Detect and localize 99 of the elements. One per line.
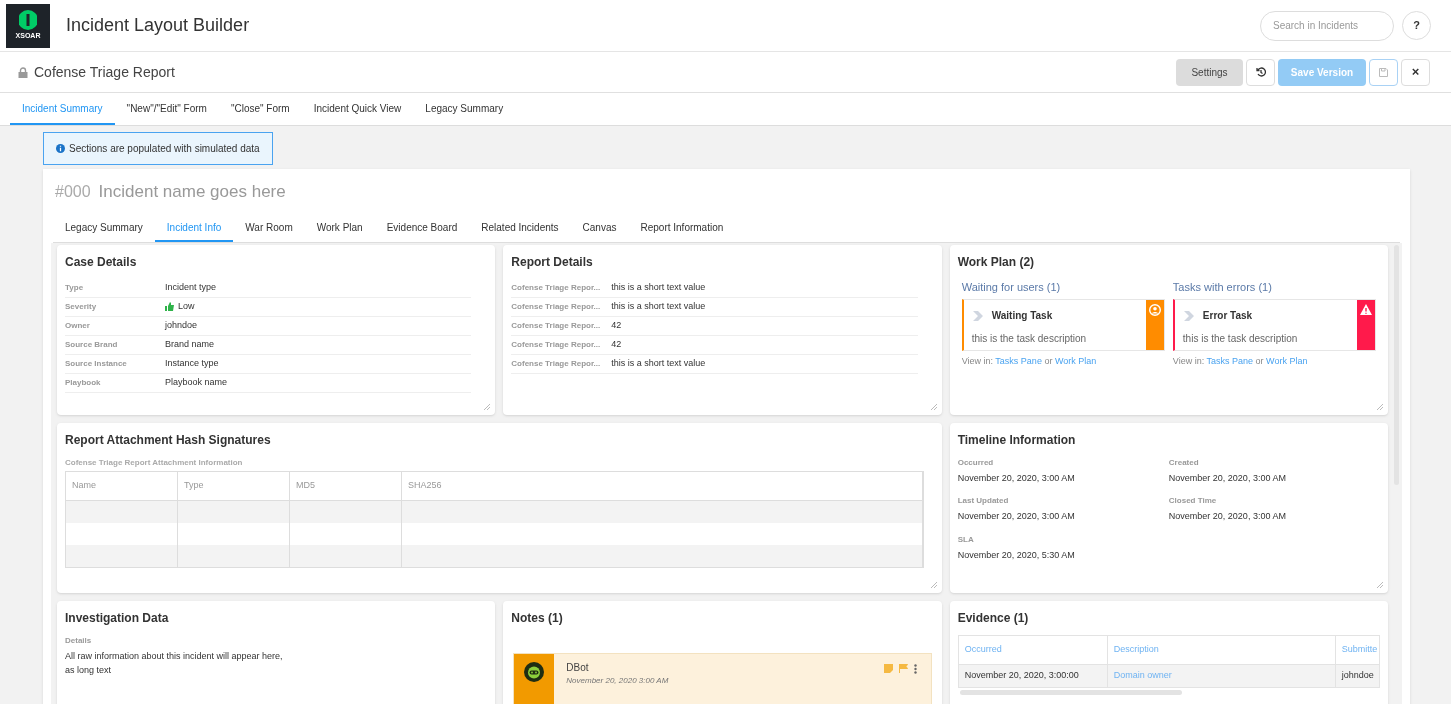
panel-title: Investigation Data [65,609,170,627]
horizontal-scrollbar[interactable] [959,689,1182,695]
group-heading[interactable]: Tasks with errors (1) [1172,278,1376,295]
flag-icon[interactable] [898,663,908,673]
tab[interactable]: Canvas [570,214,629,242]
field-value: Low [178,299,195,313]
field-label: Closed Time [1168,495,1218,507]
tab[interactable]: Legacy Summary [413,93,516,125]
info-icon [56,144,65,153]
task-description: this is the task description [1182,332,1299,346]
field-value: November 20, 2020, 3:00 AM [957,510,1076,523]
panel-title: Report Details [511,253,594,271]
incident-name: Incident name goes here [98,181,286,203]
chevron-icon [971,309,984,322]
tab[interactable]: Related Incidents [469,214,571,242]
view-in-text: View in: Tasks Pane or Work Plan [1172,355,1309,368]
history-icon [1255,67,1266,77]
note-time: November 20, 2020 3:00 AM [566,674,670,687]
thumbs-up-icon [165,302,174,311]
field-label: Source Instance [65,357,128,370]
field-value: 42 [611,337,622,351]
history-button[interactable] [1246,58,1275,86]
robot-avatar-icon [524,661,545,682]
resize-handle-icon[interactable] [1376,580,1384,589]
logo-icon [19,9,37,32]
field-label: Cofense Triage Repor... [511,300,602,313]
close-button[interactable]: × [1401,58,1430,86]
field-value: johndoe [165,318,198,332]
layout-title: Cofense Triage Report [34,62,176,82]
field-label: Cofense Triage Repor... [511,319,602,332]
field-value: this is a short text value [611,280,706,294]
tab[interactable]: War Room [233,214,305,242]
more-icon[interactable] [913,663,917,674]
panel-title: Report Attachment Hash Signatures [65,431,272,449]
panel-title: Evidence (1) [957,609,1030,627]
table-cell: November 20, 2020, 3:00:00 [958,664,1108,687]
field-label: Last Updated [957,495,1010,507]
resize-handle-icon[interactable] [929,402,938,411]
page-title: Incident Layout Builder [66,14,251,37]
field-label: Cofense Triage Repor... [511,357,602,370]
field-label: Cofense Triage Repor... [511,281,602,294]
field-label: Cofense Triage Repor... [511,338,602,351]
task-name: Waiting Task [991,309,1053,323]
field-label: SLA [957,533,975,546]
field-value: November 20, 2020, 3:00 AM [1168,510,1287,523]
task-card[interactable]: Error Task this is the task description [1172,299,1376,351]
resize-handle-icon[interactable] [929,580,938,589]
field-label: Source Brand [65,338,119,351]
vertical-scrollbar[interactable] [1394,244,1399,485]
field-label: Playbook [65,376,102,389]
details-text: All raw information about this incident will appear here, as long text [65,649,284,677]
tab[interactable]: Evidence Board [374,214,470,242]
save-button[interactable] [1369,58,1398,86]
tab[interactable]: Legacy Summary [53,214,155,242]
resize-handle-icon[interactable] [483,402,492,411]
field-label: Created [1168,456,1200,469]
field-value: November 20, 2020, 3:00 AM [1168,471,1287,485]
tab[interactable]: Incident Quick View [301,93,414,125]
field-value: Brand name [165,337,215,351]
field-label: Type [65,281,85,294]
field-label: Occurred [957,456,995,469]
user-icon [1148,304,1161,316]
field-value: November 20, 2020, 5:30 AM [957,548,1076,562]
lock-icon [18,66,28,78]
field-label: Details [65,634,93,647]
task-name: Error Task [1202,309,1253,323]
panel-title: Work Plan (2) [957,253,1036,271]
settings-button[interactable]: Settings [1176,58,1243,86]
panel-title: Timeline Information [957,431,1077,449]
chevron-icon [1182,309,1195,322]
tab[interactable]: "New"/"Edit" Form [114,93,219,125]
field-value: this is a short text value [611,299,706,313]
task-card[interactable]: Waiting Task this is the task description [961,299,1165,351]
field-value: Incident type [165,280,217,294]
tab[interactable]: Report Information [628,214,736,242]
tab[interactable]: Work Plan [304,214,375,242]
info-text: Sections are populated with simulated data [69,142,260,156]
panel-title: Notes (1) [511,609,564,627]
warning-icon [1360,304,1372,315]
note-icon[interactable] [883,663,893,673]
resize-handle-icon[interactable] [1376,402,1384,411]
field-value: 42 [611,318,622,332]
field-value: Instance type [165,356,219,370]
note-author: DBot [566,660,590,675]
field-label: Owner [65,319,91,332]
tab[interactable]: "Close" Form [218,93,302,125]
table-cell: Domain owner [1107,664,1336,687]
group-heading[interactable]: Waiting for users (1) [961,278,1165,295]
task-description: this is the task description [971,332,1088,346]
view-in-text: View in: Tasks Pane or Work Plan [961,355,1098,368]
incident-number: #000 [55,182,91,202]
panel-title: Case Details [65,253,138,271]
field-value: November 20, 2020, 3:00 AM [957,471,1076,485]
field-value: this is a short text value [611,356,706,370]
field-label: Severity [65,300,98,313]
table-cell: johndoe [1335,664,1379,687]
table-caption: Cofense Triage Report Attachment Information [65,456,244,469]
search-field[interactable]: Search in Incidents [1260,10,1394,41]
field-value: Playbook name [165,375,228,389]
